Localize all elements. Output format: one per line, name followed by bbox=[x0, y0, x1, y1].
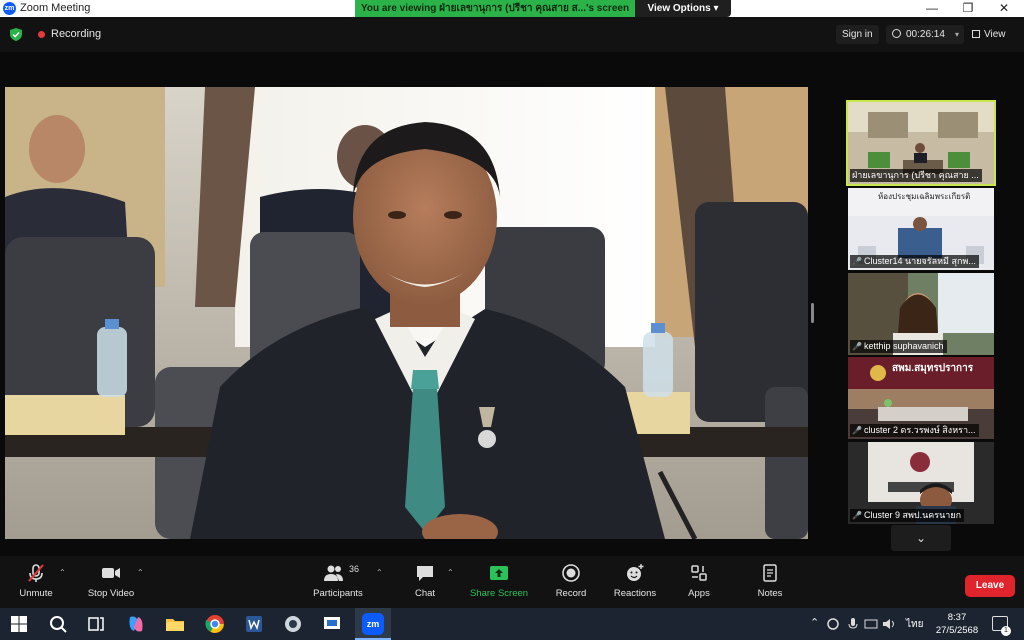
file-explorer-icon[interactable] bbox=[164, 613, 186, 635]
search-icon[interactable] bbox=[47, 613, 69, 635]
recording-dot-icon bbox=[38, 31, 45, 38]
mic-off-icon: 🎤 bbox=[852, 511, 862, 520]
participants-icon bbox=[324, 565, 343, 581]
sign-in-button[interactable]: Sign in bbox=[836, 25, 879, 44]
clock-date: 27/5/2568 bbox=[935, 625, 979, 636]
unmute-button[interactable]: Unmute bbox=[14, 562, 58, 604]
participant-name-bar: 🎤 ketthip suphavanich bbox=[850, 340, 947, 353]
smiley-plus-icon bbox=[627, 564, 644, 581]
chat-button[interactable]: Chat bbox=[410, 562, 440, 604]
room-sign-text: ห้องประชุมเฉลิมพระเกียรติ bbox=[878, 192, 971, 201]
stop-video-label: Stop Video bbox=[87, 588, 135, 599]
panel-resize-handle[interactable] bbox=[811, 303, 814, 323]
video-camera-icon bbox=[102, 568, 120, 578]
system-clock[interactable]: 8:37 27/5/2568 bbox=[932, 611, 982, 637]
webcam-app-icon[interactable] bbox=[282, 613, 304, 635]
participant-tile[interactable]: 🎤 ketthip suphavanich bbox=[848, 273, 994, 355]
school-banner-text: สพม.สมุทรปราการ bbox=[892, 363, 974, 374]
participant-name: Cluster 9 สพป.นครนายก bbox=[863, 510, 962, 520]
record-button[interactable]: Record bbox=[553, 562, 589, 604]
chevron-up-icon[interactable]: ⌃ bbox=[447, 568, 454, 577]
participant-tile[interactable]: 🎤 Cluster 9 สพป.นครนายก bbox=[848, 442, 994, 524]
chevron-up-icon[interactable]: ⌃ bbox=[810, 616, 819, 629]
participant-name: Cluster14 นายจรัลหมี สุกพ... bbox=[863, 256, 976, 266]
participant-name: cluster 2 ดร.วรพงษ์ สิงหรา... bbox=[863, 425, 976, 435]
participant-name-bar: 🎤 Cluster 9 สพป.นครนายก bbox=[850, 509, 965, 522]
clock-icon bbox=[892, 29, 901, 38]
app-title: Zoom Meeting bbox=[20, 2, 91, 14]
maximize-button[interactable]: ❐ bbox=[950, 0, 986, 17]
chat-bubble-icon bbox=[417, 566, 433, 581]
participant-tile[interactable]: สพม.สมุทรปราการ 🎤 cluster 2 ดร.วรพงษ์ สิง… bbox=[848, 357, 994, 439]
apps-icon bbox=[691, 565, 707, 581]
zoom-app-icon: zm bbox=[362, 613, 384, 635]
participant-name: ketthip suphavanich bbox=[863, 341, 944, 351]
volume-icon[interactable] bbox=[882, 617, 896, 631]
notes-icon bbox=[763, 564, 777, 582]
leave-button[interactable]: Leave bbox=[965, 575, 1015, 597]
minimize-button[interactable]: — bbox=[914, 0, 950, 17]
meeting-status-bar: Recording Sign in 00:26:14 ▾ View bbox=[0, 17, 1024, 52]
view-button[interactable]: View bbox=[972, 25, 1018, 44]
participant-name: ฝ่ายเลขานุการ (ปรีชา คุณสาย ... bbox=[850, 169, 982, 182]
apps-label: Apps bbox=[688, 588, 710, 599]
reactions-label: Reactions bbox=[613, 588, 657, 599]
share-screen-icon bbox=[490, 566, 508, 580]
security-shield-icon[interactable] bbox=[10, 28, 22, 41]
word-icon[interactable] bbox=[243, 613, 265, 635]
record-icon bbox=[562, 564, 580, 582]
microphone-tray-icon[interactable] bbox=[846, 617, 860, 631]
chevron-down-icon[interactable]: ⌄ bbox=[891, 525, 951, 551]
screen-share-viewing-banner: You are viewing ฝ่ายเลขานุการ (ปรีชา คุณ… bbox=[355, 0, 635, 17]
mic-off-icon: 🎤 bbox=[852, 257, 862, 266]
chevron-up-icon[interactable]: ⌃ bbox=[59, 568, 66, 577]
clock-time: 8:37 bbox=[947, 612, 967, 623]
windows-start-icon[interactable] bbox=[8, 613, 30, 635]
participant-name-bar: 🎤 Cluster14 นายจรัลหมี สุกพ... bbox=[850, 255, 979, 268]
meeting-toolbar: Unmute ⌃ Stop Video ⌃ 36 Participants ⌃ … bbox=[0, 556, 1024, 608]
view-options-button[interactable]: View Options ▾ bbox=[635, 0, 731, 17]
mic-off-icon: 🎤 bbox=[852, 426, 862, 435]
chrome-icon[interactable] bbox=[204, 613, 226, 635]
participants-button[interactable]: 36 Participants bbox=[309, 562, 367, 604]
view-label: View bbox=[984, 29, 1006, 40]
share-screen-label: Share Screen bbox=[469, 588, 529, 599]
zoom-taskbar-button[interactable]: zm bbox=[355, 608, 391, 640]
network-icon[interactable] bbox=[864, 617, 878, 631]
mic-off-icon: 🎤 bbox=[852, 342, 862, 351]
zoom-logo-icon: zm bbox=[3, 2, 16, 15]
input-language[interactable]: ไทย bbox=[906, 617, 923, 632]
participant-tile[interactable]: ฝ่ายเลขานุการ (ปรีชา คุณสาย ... bbox=[846, 100, 996, 186]
mic-muted-icon bbox=[28, 564, 44, 582]
shared-screen-video[interactable] bbox=[5, 87, 808, 539]
notification-badge: 1 bbox=[1001, 626, 1011, 636]
chevron-up-icon[interactable]: ⌃ bbox=[137, 568, 144, 577]
task-view-icon[interactable] bbox=[85, 613, 107, 635]
copilot-icon[interactable] bbox=[125, 613, 147, 635]
share-screen-button[interactable]: Share Screen bbox=[468, 562, 530, 604]
security-tray-icon[interactable] bbox=[826, 617, 840, 631]
participant-tile[interactable]: ห้องประชุมเฉลิมพระเกียรติ 🎤 Cluster14 นาย… bbox=[848, 188, 994, 270]
windows-taskbar: zm ⌃ ไทย 8:37 27/5/2568 1 bbox=[0, 608, 1024, 640]
participants-label: Participants bbox=[313, 588, 363, 599]
grid-icon bbox=[972, 30, 980, 38]
recording-label[interactable]: Recording bbox=[51, 28, 101, 40]
apps-button[interactable]: Apps bbox=[684, 562, 714, 604]
speaker-photo bbox=[5, 87, 808, 539]
notes-button[interactable]: Notes bbox=[755, 562, 785, 604]
unmute-label: Unmute bbox=[19, 588, 53, 599]
elapsed-time: 00:26:14 bbox=[906, 29, 945, 40]
participant-count: 36 bbox=[349, 564, 360, 574]
presentation-app-icon[interactable] bbox=[321, 613, 343, 635]
notes-label: Notes bbox=[757, 588, 783, 599]
chevron-down-icon: ▾ bbox=[954, 30, 959, 39]
participant-name-bar: 🎤 cluster 2 ดร.วรพงษ์ สิงหรา... bbox=[850, 424, 979, 437]
meeting-timer[interactable]: 00:26:14 ▾ bbox=[886, 25, 964, 44]
close-button[interactable]: ✕ bbox=[986, 0, 1022, 17]
reactions-button[interactable]: Reactions bbox=[612, 562, 658, 604]
chat-label: Chat bbox=[414, 588, 436, 599]
stop-video-button[interactable]: Stop Video bbox=[84, 562, 138, 604]
record-label: Record bbox=[555, 588, 587, 599]
chevron-up-icon[interactable]: ⌃ bbox=[376, 568, 383, 577]
